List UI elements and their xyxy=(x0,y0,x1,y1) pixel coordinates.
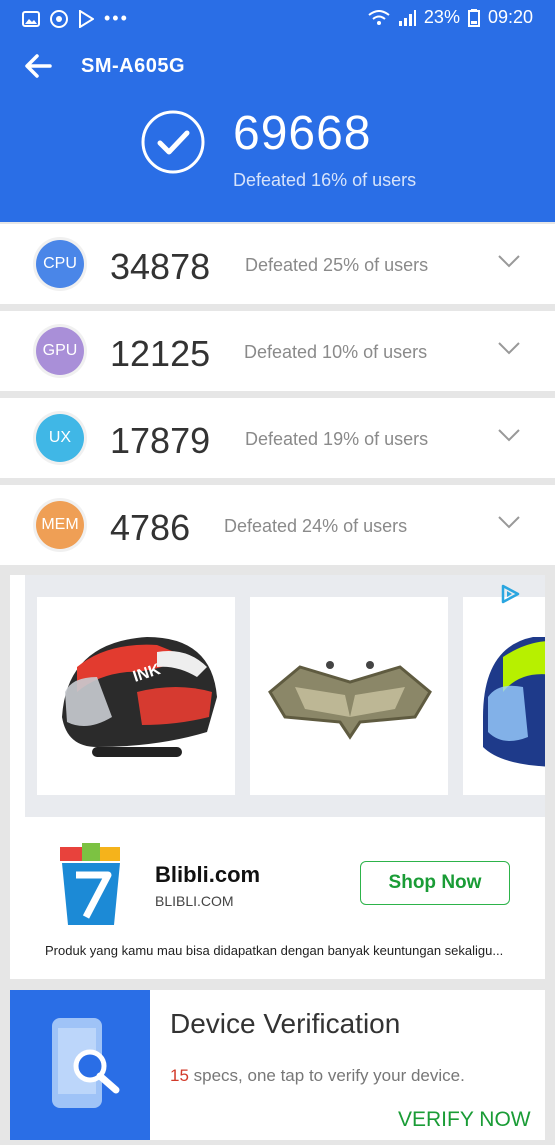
phone-search-icon xyxy=(52,1018,120,1108)
mem-score: 4786 xyxy=(110,507,191,548)
total-defeated: Defeated 16% of users xyxy=(233,170,417,190)
result-header: ••• 23% 09:20 SM-A605G 69668 Defeated 16… xyxy=(0,0,555,222)
clock: 09:20 xyxy=(487,7,533,27)
ad-product-helmet-2[interactable] xyxy=(463,597,545,795)
verification-subtitle: 15 specs, one tap to verify your device. xyxy=(170,1066,465,1086)
cpu-defeated: Defeated 25% of users xyxy=(245,255,429,275)
ux-defeated: Defeated 19% of users xyxy=(245,429,429,449)
ad-card[interactable]: INK Blibli.com BLIBLI.COM Shop Now Produ… xyxy=(10,575,545,979)
more-dots-icon: ••• xyxy=(104,8,129,28)
verification-icon-panel xyxy=(10,990,150,1140)
score-row-ux[interactable]: UX 17879 Defeated 19% of users xyxy=(0,398,555,478)
chrome-icon xyxy=(50,9,68,28)
ad-image-gallery[interactable]: INK xyxy=(25,575,545,817)
ad-product-helmet[interactable]: INK xyxy=(37,597,235,795)
total-score: 69668 xyxy=(233,107,372,160)
blibli-logo-icon xyxy=(60,843,120,925)
score-row-gpu[interactable]: GPU 12125 Defeated 10% of users xyxy=(0,311,555,391)
mem-badge: MEM xyxy=(36,501,84,549)
shop-now-button[interactable]: Shop Now xyxy=(360,861,510,905)
gallery-icon xyxy=(22,10,40,27)
chevron-down-icon[interactable] xyxy=(498,254,520,268)
ad-choices-icon[interactable] xyxy=(499,583,521,605)
verification-subtitle-text: specs, one tap to verify your device. xyxy=(188,1066,465,1085)
chevron-down-icon[interactable] xyxy=(498,341,520,355)
ad-brand-name[interactable]: Blibli.com xyxy=(155,862,260,888)
chevron-down-icon[interactable] xyxy=(498,515,520,529)
wifi-icon xyxy=(368,9,390,25)
ad-description: Produk yang kamu mau bisa didapatkan den… xyxy=(45,943,504,958)
play-store-icon xyxy=(79,9,94,28)
gpu-score: 12125 xyxy=(110,333,211,374)
ad-brand-url[interactable]: BLIBLI.COM xyxy=(155,893,234,909)
cpu-badge: CPU xyxy=(36,240,84,288)
score-row-cpu[interactable]: CPU 34878 Defeated 25% of users xyxy=(0,224,555,304)
ux-score: 17879 xyxy=(110,420,211,461)
signal-icon xyxy=(398,9,416,26)
gpu-badge: GPU xyxy=(36,327,84,375)
taillight-image xyxy=(268,661,432,740)
device-verification-card[interactable]: Device Verification 15 specs, one tap to… xyxy=(10,990,545,1140)
verify-now-button[interactable]: VERIFY NOW xyxy=(398,1108,531,1132)
chevron-down-icon[interactable] xyxy=(498,428,520,442)
status-bar: ••• 23% 09:20 xyxy=(0,0,555,36)
ad-product-taillight[interactable] xyxy=(250,597,448,795)
device-title: SM-A605G xyxy=(81,55,186,77)
check-circle-icon xyxy=(141,110,205,174)
ux-badge: UX xyxy=(36,414,84,462)
battery-percent: 23% xyxy=(423,7,460,27)
cpu-score: 34878 xyxy=(110,246,211,287)
verification-spec-count: 15 xyxy=(170,1066,189,1085)
score-row-mem[interactable]: MEM 4786 Defeated 24% of users xyxy=(0,485,555,565)
back-arrow-icon[interactable] xyxy=(22,50,54,82)
helmet-image: INK xyxy=(62,637,217,757)
gpu-defeated: Defeated 10% of users xyxy=(244,342,428,362)
battery-icon xyxy=(467,8,480,27)
mem-defeated: Defeated 24% of users xyxy=(224,516,408,536)
verification-title: Device Verification xyxy=(170,1008,401,1039)
helmet-image-2 xyxy=(483,637,545,767)
